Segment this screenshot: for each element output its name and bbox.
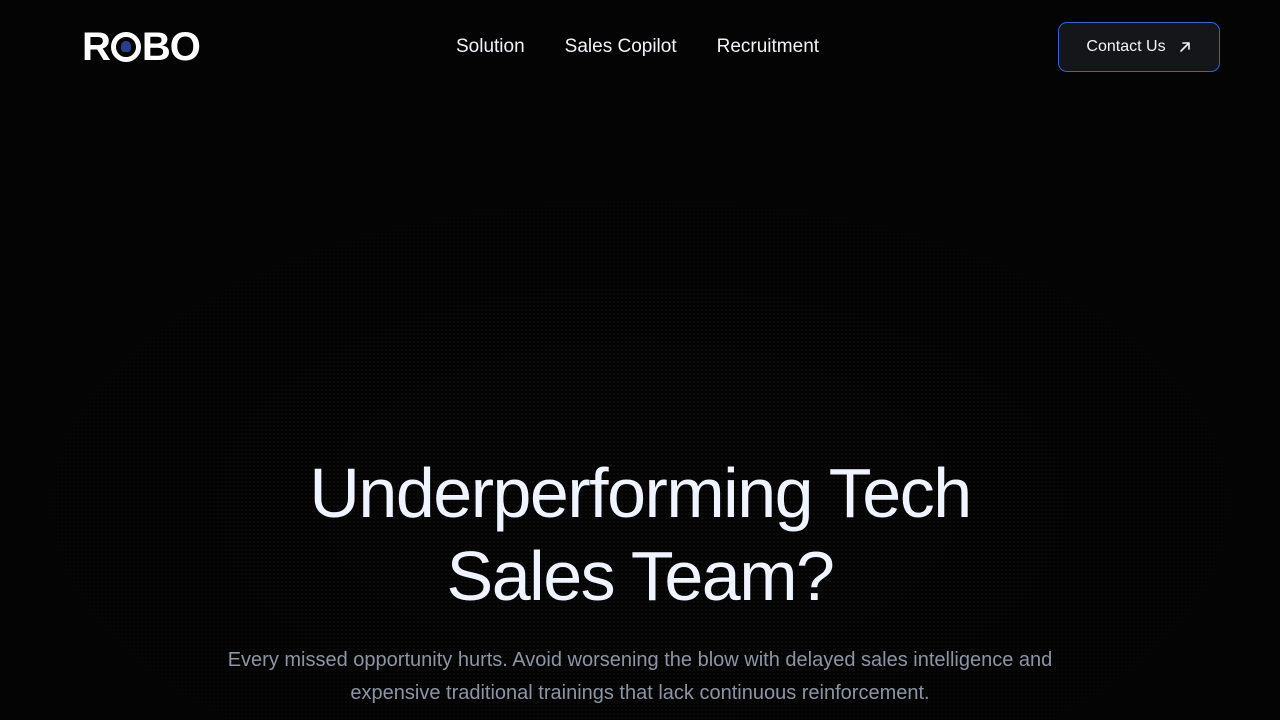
nav-item-recruitment[interactable]: Recruitment bbox=[717, 34, 819, 60]
hero-title-line2: Sales Team? bbox=[446, 537, 835, 615]
hero-subtitle: Every missed opportunity hurts. Avoid wo… bbox=[227, 649, 1053, 704]
nav-item-solution[interactable]: Solution bbox=[456, 34, 525, 60]
hero-title: Underperforming Tech Sales Team? bbox=[0, 452, 1280, 618]
logo-robot-mark-icon bbox=[110, 32, 141, 62]
hero-title-line1: Underperforming Tech bbox=[309, 454, 972, 532]
contact-us-button[interactable]: Contact Us bbox=[1058, 22, 1220, 72]
arrow-up-right-icon bbox=[1179, 42, 1190, 52]
logo-letters-bo: BO bbox=[141, 25, 201, 69]
nav-item-sales-copilot[interactable]: Sales Copilot bbox=[565, 34, 677, 60]
site-header: R BO Solution Sales Copilot Recruitment C… bbox=[0, 0, 1280, 94]
logo-letter-r: R bbox=[82, 25, 111, 69]
robo-logo[interactable]: R BO bbox=[82, 25, 201, 69]
main-nav: Solution Sales Copilot Recruitment bbox=[456, 34, 819, 60]
contact-us-label: Contact Us bbox=[1086, 38, 1166, 55]
hero-section: Underperforming Tech Sales Team? Every m… bbox=[0, 452, 1280, 710]
